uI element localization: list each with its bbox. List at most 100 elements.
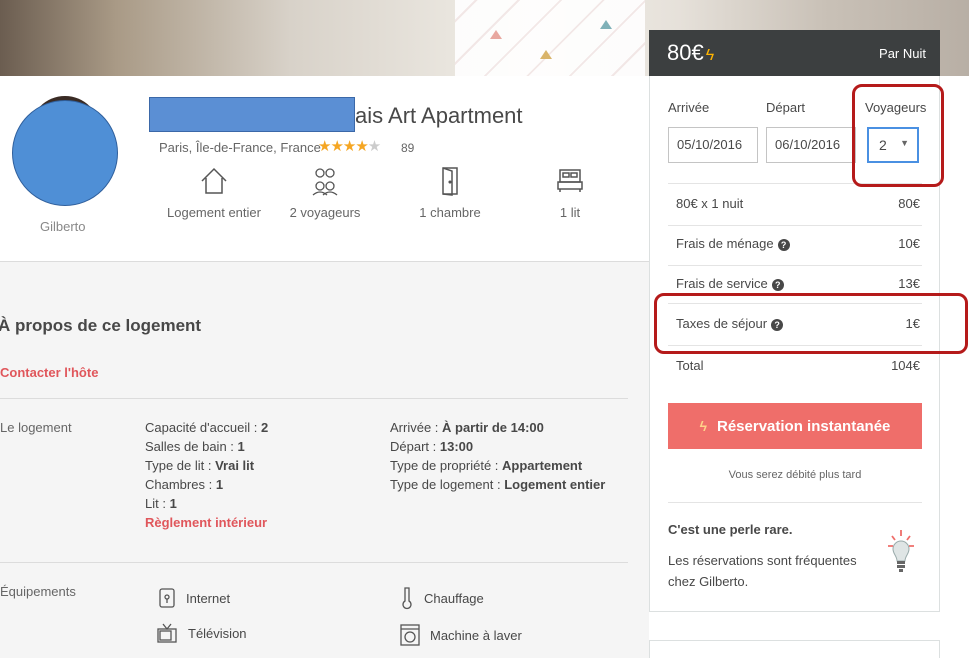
line-label: 80€ x 1 nuit [676,196,744,211]
nightly-line: 80€ x 1 nuit 80€ [676,196,920,211]
stars-full: ★★★★ [318,138,369,155]
line-label: Total [676,358,704,373]
divider [668,265,922,266]
door-icon [442,167,458,196]
line-value: 13€ [898,276,920,291]
about-title: À propos de ce logement [0,316,202,335]
detail-key: Chambres : [145,477,216,492]
annotation-tax-highlight [654,293,968,354]
detail-key: Salles de bain : [145,439,238,454]
checkin-label: Arrivée [668,100,710,115]
detail-row: Type de propriété : Appartement [390,456,605,475]
host-name[interactable]: Gilberto [40,219,86,234]
detail-row: Lit : 1 [145,494,268,513]
detail-key: Type de logement : [390,477,505,492]
title-redaction [149,97,355,132]
rare-find-title: C'est une perle rare. [668,522,793,537]
space-label: Le logement [0,420,72,435]
checkout-label: Départ [766,100,806,115]
detail-value: 13:00 [439,439,474,454]
detail-key: Départ : [390,439,440,454]
feature-bedrooms: 1 chambre [410,165,490,220]
secondary-panel [649,640,940,658]
detail-value: Logement entier [504,477,606,492]
line-value: 104€ [891,358,920,373]
thermometer-icon [402,587,412,610]
feature-label: Logement entier [167,205,261,220]
pattern-triangle [600,20,612,29]
bed-icon [557,169,583,192]
detail-row: Salles de bain : 1 [145,437,268,456]
host-avatar-redacted[interactable] [12,100,118,206]
divider [0,562,628,563]
debit-note: Vous serez débité plus tard [728,469,862,481]
listing-title: ais Art Apartment [355,103,523,128]
contact-host-link[interactable]: Contacter l'hôte [0,365,98,380]
house-rules-link[interactable]: Règlement intérieur [145,513,268,532]
nightly-price: 80€ ϟ [667,40,714,66]
amenity-tv: Télévision [156,622,247,644]
feature-guests: 2 voyageurs [280,165,370,220]
amenity-label: Machine à laver [430,627,522,643]
pillow-pattern [455,0,645,76]
detail-key: Lit : [145,496,170,511]
button-label: Réservation instantanée [717,417,891,435]
lightbulb-icon [888,530,914,572]
space-details-col2: Arrivée : À partir de 14:00 Départ : 13:… [390,418,605,494]
amenity-heating: Chauffage [400,586,484,610]
detail-row: Type de logement : Logement entier [390,475,605,494]
detail-key: Capacité d'accueil : [145,420,261,435]
listing-location[interactable]: Paris, Île-de-France, France [159,140,321,155]
detail-value: Vrai lit [215,458,255,473]
space-details-col1: Capacité d'accueil : 2 Salles de bain : … [145,418,268,532]
stars-dim: ★ [367,138,381,155]
detail-value: 1 [237,439,245,454]
divider [668,502,922,503]
divider [0,398,628,399]
detail-key: Arrivée : [390,420,443,435]
line-label: Frais de service [676,276,768,291]
line-label-wrap: Frais de ménage? [676,236,790,251]
rare-find-text: Les réservations sont fréquentes chez Gi… [668,553,857,589]
divider [668,225,922,226]
washer-icon [400,624,420,646]
amenity-internet: Internet [158,588,230,608]
detail-key: Type de propriété : [390,458,503,473]
detail-key: Type de lit : [145,458,216,473]
detail-value: Appartement [502,458,583,473]
pattern-triangle [490,30,502,39]
review-count[interactable]: 89 [401,141,414,155]
rating-stars[interactable]: ★★★★★ [318,137,381,155]
checkout-input[interactable]: 06/10/2016 [766,127,856,163]
amenity-label: Télévision [188,625,247,641]
line-label: Frais de ménage [676,236,774,251]
price-value: 80€ [667,40,704,65]
detail-value: 1 [169,496,177,511]
service-fee-line: Frais de service? 13€ [676,276,920,291]
amenities-label: Équipements [0,584,76,599]
help-icon[interactable]: ? [777,238,790,251]
wifi-icon [159,588,175,608]
amenity-label: Internet [186,590,231,606]
feature-entire-home: Logement entier [164,165,264,220]
line-value: 10€ [898,236,920,251]
feature-label: 1 lit [559,205,581,220]
help-icon[interactable]: ? [771,278,784,291]
detail-row: Capacité d'accueil : 2 [145,418,268,437]
instant-book-icon: ϟ [705,47,715,64]
instant-book-button[interactable]: ϟ Réservation instantanée [668,403,922,449]
detail-row: Arrivée : À partir de 14:00 [390,418,605,437]
line-label-wrap: Frais de service? [676,276,784,291]
amenity-label: Chauffage [424,590,484,606]
detail-row: Chambres : 1 [145,475,268,494]
detail-value: À partir de 14:00 [442,420,544,435]
feature-beds: 1 lit [540,165,600,220]
cleaning-fee-line: Frais de ménage? 10€ [676,236,920,251]
checkin-input[interactable]: 05/10/2016 [668,127,758,163]
house-icon [201,167,227,194]
price-bar: 80€ ϟ Par Nuit [649,30,940,76]
line-value: 80€ [898,196,920,211]
divider [0,261,649,262]
detail-value: 1 [215,477,224,492]
tv-icon [157,623,177,643]
